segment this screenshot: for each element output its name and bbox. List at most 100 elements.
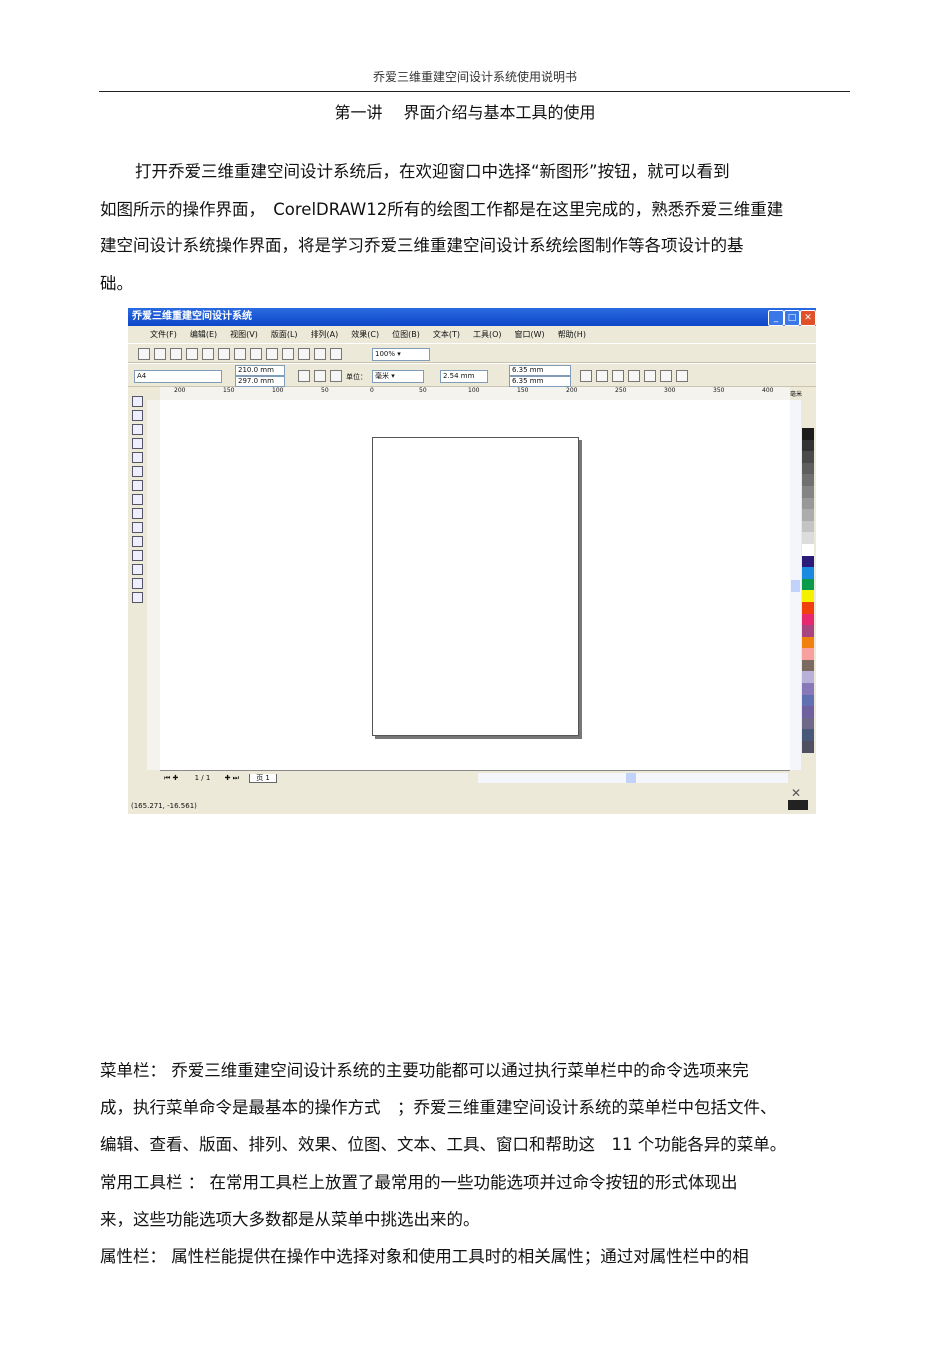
page-layout-icon[interactable] [330,370,342,382]
color-swatch[interactable] [802,590,814,602]
color-swatch[interactable] [802,601,814,614]
menu-item[interactable]: 窗口(W) [515,329,545,340]
color-swatch[interactable] [802,578,814,591]
open-icon[interactable] [154,348,166,360]
cut-icon[interactable] [202,348,214,360]
menu-item[interactable]: 文件(F) [150,329,177,340]
menu-item[interactable]: 文本(T) [433,329,460,340]
options-icon[interactable] [676,370,688,382]
intro-line: 建空间设计系统操作界面，将是学习乔爱三维重建空间设计系统绘图制作等各项设计的基 [100,236,744,255]
color-swatch[interactable] [802,543,814,556]
close-button[interactable]: ✕ [800,310,816,326]
save-icon[interactable] [170,348,182,360]
units-icon[interactable] [580,370,592,382]
duplicate-x-field[interactable]: 6.35 mm [509,365,571,376]
menu-item[interactable]: 工具(O) [473,329,502,340]
dynamic-guides-icon[interactable] [660,370,672,382]
snap-grid-icon[interactable] [612,370,624,382]
color-swatch[interactable] [802,671,814,684]
color-swatch[interactable] [802,451,814,463]
interactive-blend-tool-icon[interactable] [132,536,143,547]
nudge-field[interactable]: 2.54 mm [440,370,488,383]
first-page-icon[interactable]: ⏮ ✚ [164,774,178,782]
portrait-icon[interactable] [298,370,310,382]
color-swatch[interactable] [802,659,814,672]
horizontal-ruler[interactable]: 200 150 100 50 0 50 100 150 200 250 300 350 400 [160,387,790,401]
vertical-scrollbar[interactable] [790,400,801,770]
color-swatch[interactable] [802,532,814,544]
launcher-icon[interactable] [314,348,326,360]
menu-item[interactable]: 视图(V) [230,329,258,340]
export-icon[interactable] [298,348,310,360]
menu-item[interactable]: 排列(A) [311,329,339,340]
minimize-button[interactable]: _ [768,310,784,326]
menu-item[interactable]: 位图(B) [392,329,420,340]
color-swatch[interactable] [802,462,814,475]
color-swatch[interactable] [802,683,814,695]
color-swatch[interactable] [802,625,814,637]
undo-icon[interactable] [250,348,262,360]
color-swatch[interactable] [802,729,814,742]
menu-item[interactable]: 帮助(H) [558,329,586,340]
import-icon[interactable] [282,348,294,360]
last-page-icon[interactable]: ✚ ⏭ [225,774,239,782]
treat-as-filled-icon[interactable] [596,370,608,382]
menu-item[interactable]: 版面(L) [271,329,298,340]
unit-select[interactable]: 毫米 ▾ [372,370,424,383]
color-swatch[interactable] [802,636,814,649]
menu-item[interactable]: 效果(C) [351,329,379,340]
duplicate-y-field[interactable]: 6.35 mm [509,376,571,387]
paste-icon[interactable] [234,348,246,360]
ruler-unit: 毫米 [790,391,803,398]
color-swatch[interactable] [802,485,814,498]
fill-tool-icon[interactable] [132,578,143,589]
color-swatch[interactable] [802,567,814,579]
polygon-tool-icon[interactable] [132,494,143,505]
ruler-tick-label: 50 [419,387,427,394]
color-swatch[interactable] [802,706,814,718]
text-tool-icon[interactable] [132,522,143,533]
color-swatch[interactable] [802,428,814,440]
maximize-button[interactable]: □ [784,310,800,326]
corel-online-icon[interactable] [330,348,342,360]
color-swatch[interactable] [802,741,814,753]
drawing-canvas[interactable] [160,400,790,770]
new-icon[interactable] [138,348,150,360]
print-icon[interactable] [186,348,198,360]
shape-tool-icon[interactable] [132,410,143,421]
ellipse-tool-icon[interactable] [132,480,143,491]
snap-objects-icon[interactable] [644,370,656,382]
color-swatch[interactable] [802,439,814,452]
color-swatch[interactable] [802,613,814,626]
page-width-field[interactable]: 210.0 mm [235,365,285,376]
horizontal-scrollbar[interactable] [478,773,788,783]
redo-icon[interactable] [266,348,278,360]
vertical-ruler[interactable] [147,400,161,770]
basic-shapes-tool-icon[interactable] [132,508,143,519]
color-swatch[interactable] [802,648,814,660]
copy-icon[interactable] [218,348,230,360]
paper-size-select[interactable]: A4 [134,370,222,383]
outline-tool-icon[interactable] [132,564,143,575]
landscape-icon[interactable] [314,370,326,382]
rectangle-tool-icon[interactable] [132,466,143,477]
color-swatch[interactable] [802,497,814,510]
color-swatch[interactable] [802,717,814,730]
zoom-tool-icon[interactable] [132,424,143,435]
interactive-fill-tool-icon[interactable] [132,592,143,603]
color-swatch[interactable] [802,520,814,533]
snap-guides-icon[interactable] [628,370,640,382]
zoom-select[interactable]: 100% ▾ [372,348,430,361]
ruler-tick-label: 350 [713,387,725,394]
freehand-tool-icon[interactable] [132,438,143,449]
smart-fill-tool-icon[interactable] [132,452,143,463]
eyedropper-tool-icon[interactable] [132,550,143,561]
page-tab[interactable]: 页 1 [249,774,277,783]
color-swatch[interactable] [802,555,814,568]
color-swatch[interactable] [802,474,814,486]
page-height-field[interactable]: 297.0 mm [235,376,285,387]
menu-item[interactable]: 编辑(E) [190,329,217,340]
color-swatch[interactable] [802,694,814,707]
pick-tool-icon[interactable] [132,396,143,407]
color-swatch[interactable] [802,509,814,521]
